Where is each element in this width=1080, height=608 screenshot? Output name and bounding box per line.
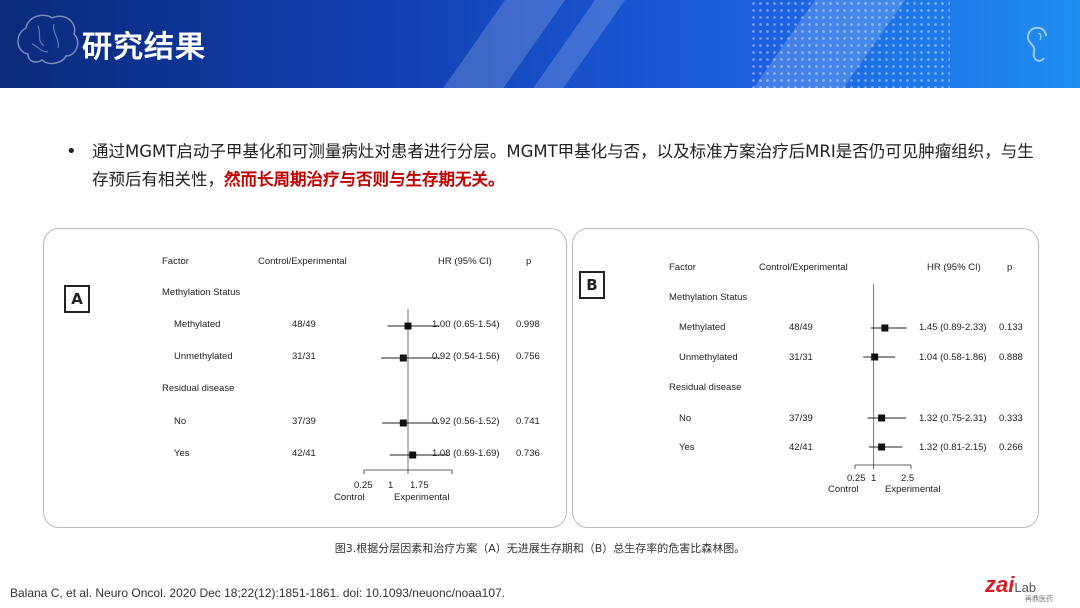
hr-point [409,451,417,459]
axis-label-control: Control [334,492,365,503]
page-title: 研究结果 [82,30,206,65]
decor-dots [750,0,950,88]
summary-text: 通过MGMT启动子甲基化和可测量病灶对患者进行分层。MGMT甲基化与否，以及标准… [92,138,1042,194]
forest-plot-b [854,284,912,469]
axis-tick-label: 0.25 [847,473,866,484]
summary-highlight: 然而长周期治疗与否则与生存期无关。 [224,170,505,189]
axis-tick-label: 1 [388,480,394,491]
hr-point [399,419,407,427]
axis-tick-label: 2.5 [901,473,915,484]
logo-suffix: Lab [1014,580,1037,595]
hr-point [871,353,879,361]
hr-point [878,443,886,451]
hr-point [881,324,889,332]
hr-point [404,322,412,330]
axis-tick-label: 1.75 [410,480,429,491]
forest-panel-a: A Factor Control/Experimental HR (95% CI… [43,228,567,528]
forest-plot-a [363,309,453,474]
axis-tick-label: 0.25 [354,480,373,491]
bullet-dot: • [66,141,77,162]
axis-label-experimental: Experimental [885,484,941,495]
axis-tick-label: 1 [871,473,877,484]
axis-label-experimental: Experimental [394,492,450,503]
zailab-logo: zaiLab 再鼎医药 [985,572,1053,604]
axis-label-control: Control [828,484,859,495]
brain-icon [17,14,79,65]
figure-caption: 图3.根据分层因素和治疗方案（A）无进展生存期和（B）总生存率的危害比森林图。 [334,542,746,555]
forest-panel-b: B Factor Control/Experimental HR (95% CI… [572,228,1039,528]
reference-citation: Balana C, et al. Neuro Oncol. 2020 Dec 1… [10,586,506,600]
hr-point [878,414,886,422]
logo-main: zai [985,572,1015,597]
ear-icon [1026,26,1047,62]
header-banner: 研究结果 [0,0,1080,88]
hr-point [399,354,407,362]
